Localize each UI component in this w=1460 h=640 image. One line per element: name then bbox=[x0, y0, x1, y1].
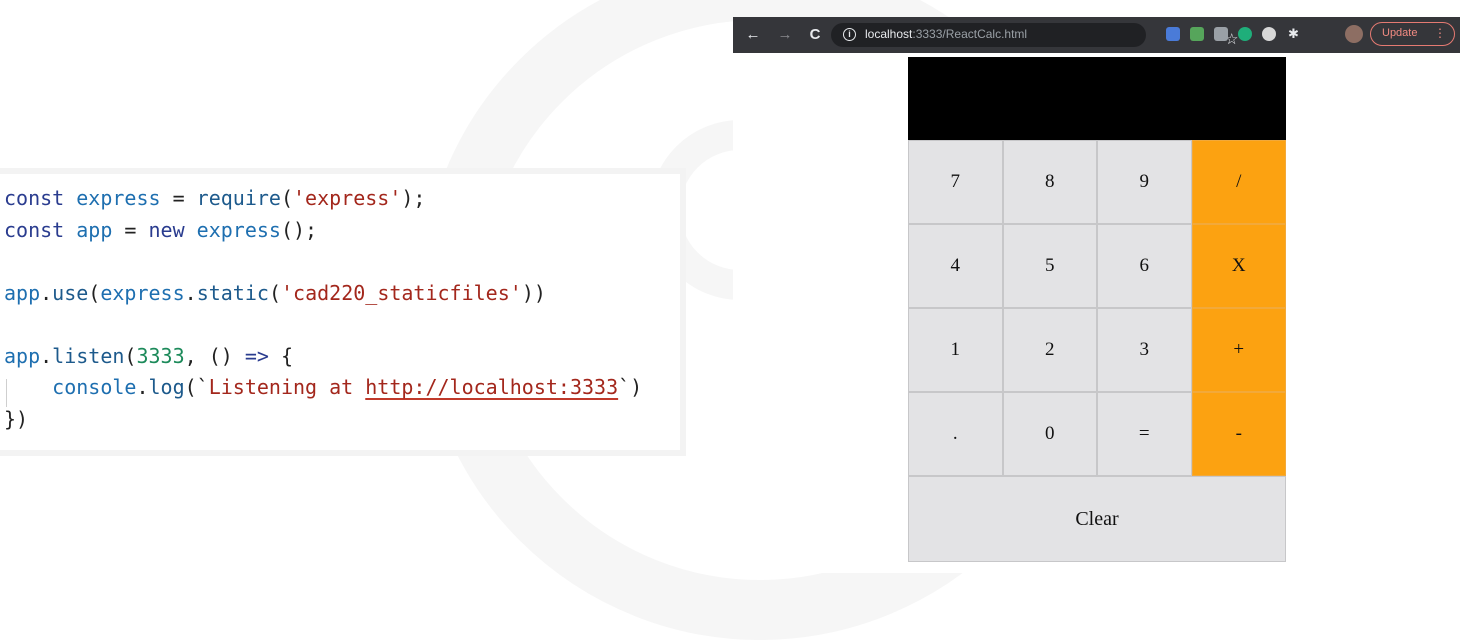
code-token: . bbox=[40, 343, 53, 368]
extensions-puzzle-icon[interactable]: ✱ bbox=[1288, 27, 1302, 41]
update-label: Update bbox=[1382, 27, 1418, 39]
code-token: . bbox=[136, 375, 149, 399]
code-token: . bbox=[184, 280, 197, 305]
code-token: express bbox=[76, 186, 161, 210]
code-token: log bbox=[148, 375, 185, 399]
code-token: Listening at bbox=[208, 375, 366, 399]
clear-button[interactable]: Clear bbox=[908, 476, 1286, 562]
number-key[interactable]: = bbox=[1097, 392, 1192, 476]
code-token: app bbox=[76, 217, 113, 242]
code-block: const express = require('express'); const… bbox=[4, 183, 642, 435]
code-snippet-panel: const express = require('express'); const… bbox=[0, 174, 680, 450]
code-token: express bbox=[196, 217, 281, 242]
calculator-display bbox=[908, 57, 1286, 140]
extension-g-icon[interactable] bbox=[1238, 27, 1252, 41]
update-button[interactable]: Update ⋮ bbox=[1370, 22, 1455, 46]
indent-guide bbox=[6, 379, 7, 407]
operator-key[interactable]: - bbox=[1191, 392, 1286, 476]
code-line: app.use(express.static('cad220_staticfil… bbox=[4, 278, 642, 310]
extension-sheet-icon[interactable] bbox=[1190, 27, 1204, 41]
code-token: , () bbox=[184, 343, 245, 368]
code-token: const bbox=[4, 186, 77, 210]
code-line: console.log(`Listening at http://localho… bbox=[4, 372, 642, 404]
code-line: }) bbox=[4, 404, 642, 436]
code-token: ( bbox=[88, 280, 101, 305]
code-token: use bbox=[52, 280, 89, 305]
browser-window: ← → C i localhost:3333/ReactCalc.html ☆ … bbox=[733, 17, 1460, 573]
number-key[interactable]: . bbox=[908, 392, 1003, 476]
code-token: static bbox=[196, 280, 269, 305]
code-token: new bbox=[148, 217, 197, 242]
info-icon[interactable]: i bbox=[843, 28, 856, 41]
forward-icon[interactable]: → bbox=[775, 25, 795, 45]
number-key[interactable]: 5 bbox=[1002, 224, 1097, 308]
browser-toolbar: ← → C i localhost:3333/ReactCalc.html ☆ … bbox=[733, 17, 1460, 53]
code-token: 3333 bbox=[136, 343, 185, 368]
url-host: localhost bbox=[865, 27, 913, 41]
number-key[interactable]: 9 bbox=[1097, 140, 1192, 224]
code-token: { bbox=[268, 343, 294, 368]
code-token: . bbox=[40, 280, 53, 305]
code-token: `) bbox=[618, 375, 643, 399]
code-token: ( bbox=[280, 186, 294, 210]
number-key[interactable]: 2 bbox=[1002, 308, 1097, 392]
code-token: require bbox=[196, 186, 281, 210]
code-token: app bbox=[4, 280, 41, 305]
code-token: listen bbox=[52, 343, 125, 368]
code-token: ( bbox=[268, 280, 281, 305]
operator-key[interactable]: X bbox=[1191, 224, 1286, 308]
number-key[interactable]: 1 bbox=[908, 308, 1003, 392]
code-token: = bbox=[160, 186, 197, 210]
code-line: const app = new express(); bbox=[4, 215, 642, 247]
url-text: localhost:3333/ReactCalc.html bbox=[865, 27, 1027, 41]
code-token: 'express' bbox=[293, 186, 402, 210]
extension-f-icon[interactable] bbox=[1214, 27, 1228, 41]
code-token: => bbox=[244, 343, 269, 368]
code-token: const bbox=[4, 217, 77, 242]
code-token: express bbox=[100, 280, 185, 305]
number-key[interactable]: 6 bbox=[1097, 224, 1192, 308]
address-bar[interactable]: i localhost:3333/ReactCalc.html ☆ bbox=[831, 23, 1238, 48]
code-token: ); bbox=[401, 186, 426, 210]
number-key[interactable]: 7 bbox=[908, 140, 1003, 224]
code-token: ( bbox=[124, 343, 137, 368]
code-token: )) bbox=[521, 280, 546, 305]
operator-key[interactable]: / bbox=[1191, 140, 1286, 224]
code-token: 'cad220_staticfiles' bbox=[280, 280, 522, 305]
calculator: 7 8 9/ 4 5 6 X 1 2 3 +. 0 = - Clear bbox=[908, 57, 1286, 562]
number-key[interactable]: 4 bbox=[908, 224, 1003, 308]
extension-circle-icon[interactable] bbox=[1262, 27, 1276, 41]
url-path: :3333/ReactCalc.html bbox=[912, 27, 1028, 41]
code-line: app.listen(3333, () => { bbox=[4, 341, 642, 373]
extension-m-icon[interactable] bbox=[1166, 27, 1180, 41]
code-token: http://localhost:3333 bbox=[365, 375, 619, 399]
number-key[interactable]: 3 bbox=[1097, 308, 1192, 392]
code-token: (` bbox=[184, 375, 209, 399]
operator-key[interactable]: + bbox=[1191, 308, 1286, 392]
code-token: app bbox=[4, 343, 41, 368]
menu-dots-icon: ⋮ bbox=[1434, 26, 1446, 40]
code-token: }) bbox=[4, 406, 29, 431]
reload-icon[interactable]: C bbox=[805, 25, 825, 45]
number-key[interactable]: 8 bbox=[1002, 140, 1097, 224]
code-token: = bbox=[112, 217, 149, 242]
number-key[interactable]: 0 bbox=[1002, 392, 1097, 476]
profile-avatar[interactable] bbox=[1345, 25, 1363, 43]
back-icon[interactable]: ← bbox=[743, 25, 763, 45]
code-token: console bbox=[4, 375, 137, 399]
code-token: (); bbox=[280, 217, 318, 242]
code-line: const express = require('express'); bbox=[4, 183, 642, 215]
calculator-keypad: 7 8 9/ 4 5 6 X 1 2 3 +. 0 = - Clear bbox=[908, 140, 1286, 562]
